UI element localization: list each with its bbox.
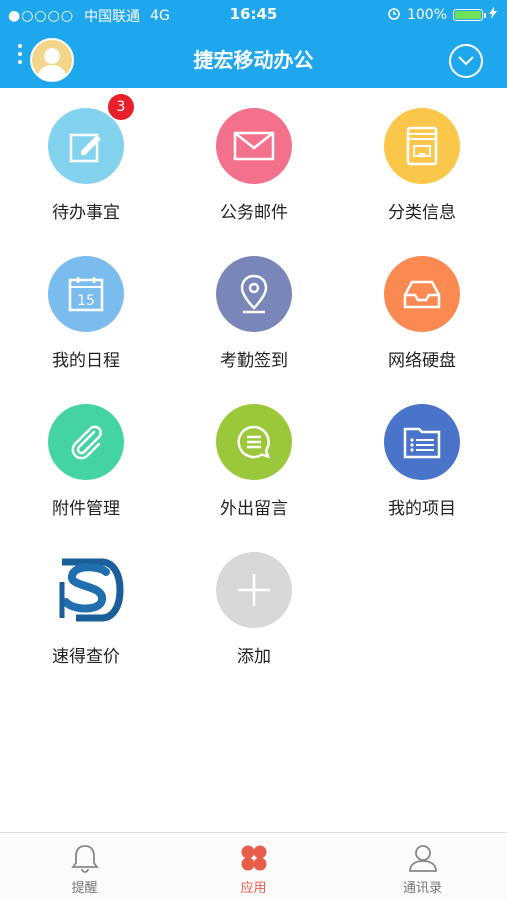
app-label: 网络硬盘 <box>388 351 456 371</box>
charging-icon <box>489 7 497 23</box>
app-out-message[interactable]: 外出留言 <box>184 404 324 519</box>
app-attendance[interactable]: 考勤签到 <box>184 256 324 371</box>
bell-icon <box>70 845 99 873</box>
battery-icon <box>453 9 486 21</box>
app-add[interactable]: 添加 <box>184 552 324 667</box>
app-label: 外出留言 <box>220 499 288 519</box>
app-mail[interactable]: 公务邮件 <box>184 108 324 223</box>
app-label: 公务邮件 <box>220 203 288 223</box>
app-label: 我的项目 <box>388 499 456 519</box>
clover-icon <box>241 845 266 871</box>
chevron-down-icon <box>458 56 474 66</box>
app-label: 附件管理 <box>52 499 120 519</box>
tab-label: 通讯录 <box>402 881 442 896</box>
tray-icon <box>403 280 441 309</box>
bottom-tab-bar: 提醒 应用 通讯录 <box>0 832 507 900</box>
calendar-day: 15 <box>77 293 95 309</box>
app-attachments[interactable]: 附件管理 <box>16 404 156 519</box>
page-title: 捷宏移动办公 <box>193 48 314 72</box>
app-label: 添加 <box>237 647 271 667</box>
app-todo[interactable]: 3 待办事宜 <box>16 94 156 223</box>
app-schedule[interactable]: 15 我的日程 <box>16 256 156 371</box>
tab-label: 应用 <box>240 881 267 896</box>
app-label: 我的日程 <box>52 351 120 371</box>
app-label: 速得查价 <box>52 647 120 667</box>
app-label: 待办事宜 <box>52 203 120 223</box>
paperclip-icon <box>71 425 102 460</box>
app-label: 分类信息 <box>388 203 456 223</box>
mail-icon <box>233 131 275 161</box>
alarm-icon <box>387 6 401 24</box>
tab-label: 提醒 <box>71 881 98 896</box>
person-icon <box>408 845 437 872</box>
app-my-projects[interactable]: 我的项目 <box>352 404 492 519</box>
plus-icon <box>238 574 270 606</box>
app-category-info[interactable]: 分类信息 <box>352 108 492 223</box>
status-bar: ●○○○○ 中国联通 4G 16:45 100% <box>0 0 507 30</box>
tab-apps[interactable]: 应用 <box>169 833 338 900</box>
top-header: ●○○○○ 中国联通 4G 16:45 100% 捷宏移动办公 <box>0 0 507 88</box>
edit-icon <box>69 133 101 163</box>
location-icon <box>240 274 268 314</box>
info-box-icon <box>406 126 438 166</box>
sd-logo <box>59 558 124 622</box>
app-price-check[interactable]: 速得查价 <box>16 552 156 667</box>
tab-contacts[interactable]: 通讯录 <box>338 833 507 900</box>
chat-icon <box>237 425 270 459</box>
calendar-icon: 15 <box>68 277 104 312</box>
chevron-down-button[interactable] <box>449 44 483 78</box>
battery-percent: 100% <box>406 7 447 23</box>
app-network-disk[interactable]: 网络硬盘 <box>352 256 492 371</box>
todo-badge: 3 <box>108 94 134 120</box>
folder-list-icon <box>403 427 441 459</box>
app-label: 考勤签到 <box>220 351 288 371</box>
tab-reminder[interactable]: 提醒 <box>0 833 169 900</box>
